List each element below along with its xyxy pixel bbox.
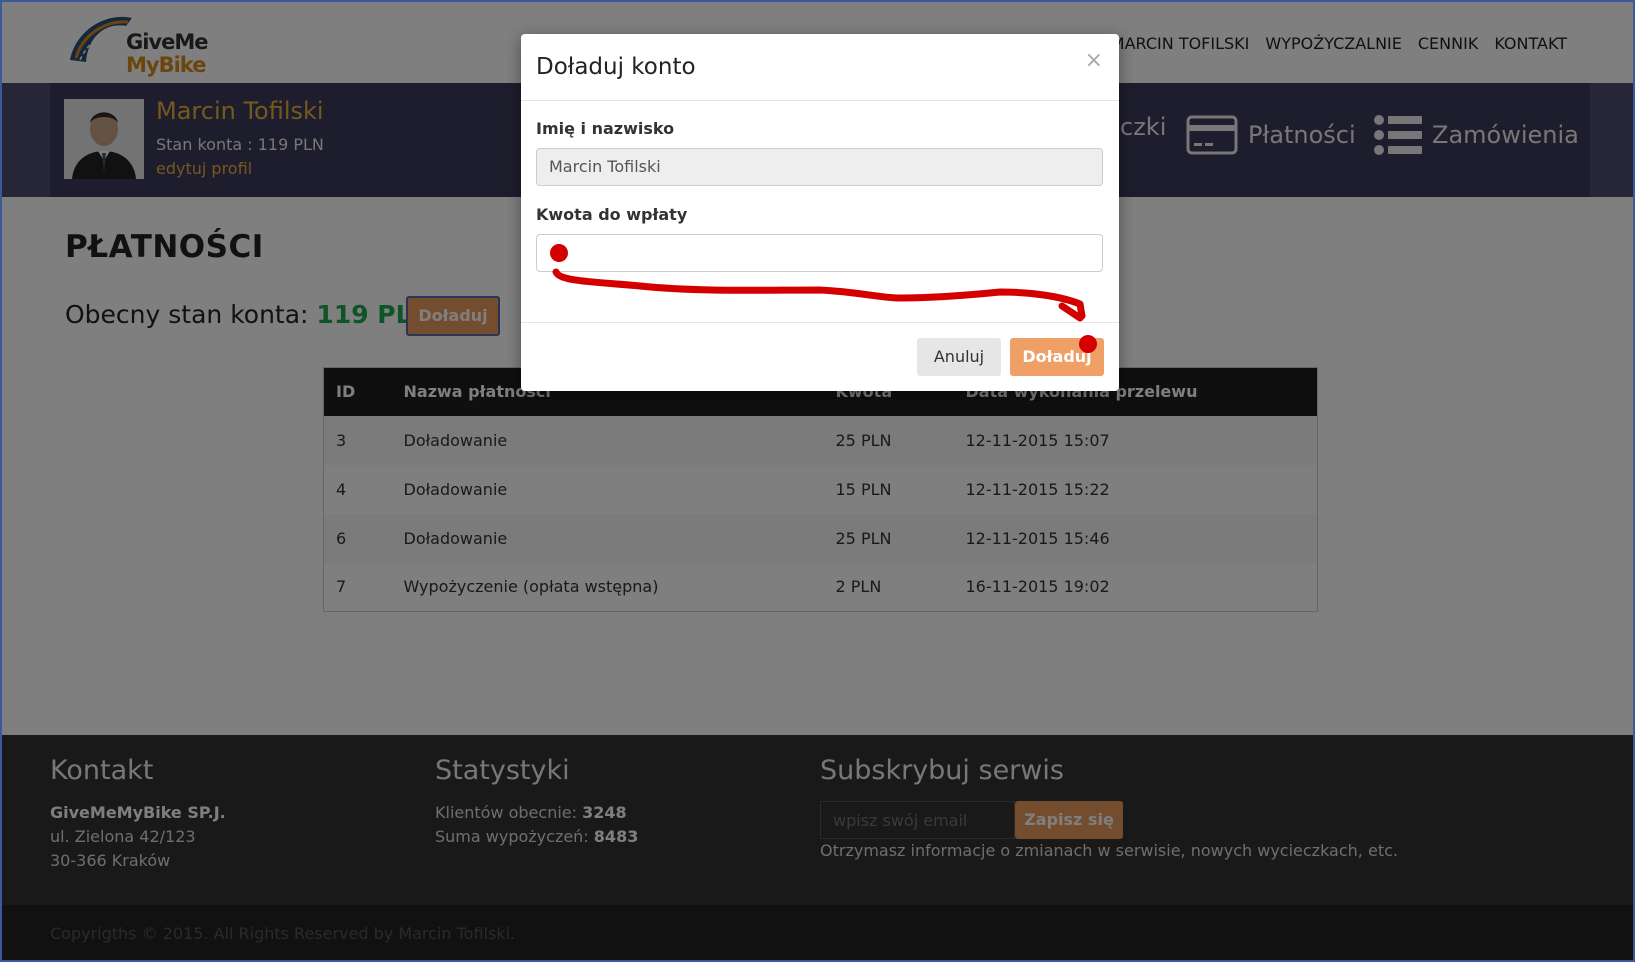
cancel-button[interactable]: Anuluj [917,338,1001,376]
amount-field[interactable] [536,234,1103,272]
modal-header-divider [521,100,1119,101]
name-field[interactable]: Marcin Tofilski [536,148,1103,186]
modal-title: Doładuj konto [536,54,696,80]
amount-label: Kwota do wpłaty [536,205,688,224]
modal-footer-divider [521,322,1119,323]
close-icon[interactable]: × [1085,48,1103,73]
topup-modal: Doładuj konto × Imię i nazwisko Marcin T… [521,34,1119,391]
submit-topup-button[interactable]: Doładuj [1010,338,1104,376]
name-label: Imię i nazwisko [536,119,675,138]
